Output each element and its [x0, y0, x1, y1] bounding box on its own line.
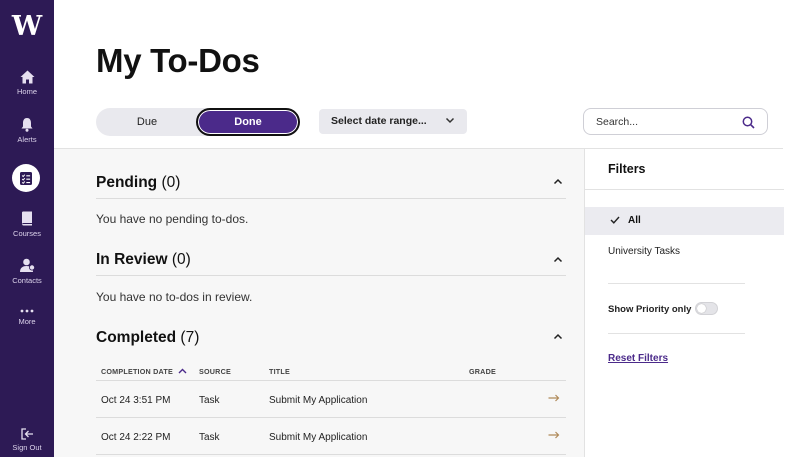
in-review-empty-text: You have no to-dos in review.	[96, 290, 253, 304]
pending-title: Pending	[96, 174, 158, 191]
page-title: My To-Dos	[96, 42, 260, 79]
in-review-heading: In Review (0)	[96, 251, 566, 269]
sidebar-item-label: Alerts	[17, 135, 37, 144]
divider	[96, 198, 566, 199]
toggle-knob	[697, 304, 706, 313]
contacts-icon	[19, 258, 35, 272]
filters-panel: Filters All University Tasks Show Priori…	[584, 148, 784, 457]
divider	[96, 275, 566, 276]
check-icon	[610, 216, 620, 224]
date-range-label: Select date range...	[331, 115, 427, 127]
due-tab[interactable]: Due	[96, 108, 198, 136]
sidebar-item-todos[interactable]	[12, 164, 40, 192]
filter-option-university-tasks[interactable]: University Tasks	[608, 246, 680, 257]
priority-toggle[interactable]	[695, 302, 718, 315]
sidebar-item-courses[interactable]: Courses	[0, 211, 54, 238]
filter-option-label: All	[628, 215, 641, 226]
sign-out-icon	[20, 428, 33, 440]
completion-date: Oct 24 2:22 PM	[101, 432, 171, 443]
due-done-toggle: Due Done	[96, 108, 300, 136]
column-header-title: TITLE	[269, 367, 290, 376]
search-input[interactable]	[596, 114, 736, 129]
sidebar-item-contacts[interactable]: Contacts	[0, 258, 54, 285]
collapse-pending-icon[interactable]	[553, 178, 563, 185]
divider	[608, 333, 745, 334]
book-icon	[22, 211, 32, 226]
completion-date: Oct 24 3:51 PM	[101, 395, 171, 406]
table-row[interactable]: Oct 24 3:51 PM Task Submit My Applicatio…	[96, 381, 566, 418]
university-logo[interactable]: W	[0, 12, 54, 42]
divider	[585, 189, 784, 190]
home-icon	[20, 70, 34, 84]
sidebar-item-label: Home	[16, 87, 37, 96]
priority-label: Show Priority only	[608, 304, 692, 315]
sidebar-item-alerts[interactable]: Alerts	[0, 117, 54, 144]
done-tab[interactable]: Done	[196, 108, 300, 136]
sort-ascending-icon	[178, 368, 187, 374]
column-header-source: SOURCE	[199, 367, 231, 376]
pending-count: (0)	[161, 174, 181, 191]
in-review-count: (0)	[171, 251, 191, 268]
sidebar-item-label: Sign Out	[12, 443, 42, 452]
pending-empty-text: You have no pending to-dos.	[96, 212, 249, 226]
sidebar-item-label: More	[18, 317, 36, 326]
collapse-completed-icon[interactable]	[553, 333, 563, 340]
completed-count: (7)	[180, 329, 200, 346]
pending-heading: Pending (0)	[96, 174, 566, 192]
in-review-title: In Review	[96, 251, 168, 268]
column-header-completion-date[interactable]: COMPLETION DATE	[101, 367, 187, 376]
collapse-in-review-icon[interactable]	[553, 256, 563, 263]
arrow-right-icon[interactable]	[548, 431, 560, 439]
sidebar-item-home[interactable]: Home	[0, 70, 54, 96]
more-dots-icon	[20, 309, 34, 313]
filters-title: Filters	[608, 162, 646, 176]
divider	[608, 283, 745, 284]
date-range-select[interactable]: Select date range...	[319, 109, 467, 134]
reset-filters-link[interactable]: Reset Filters	[608, 353, 668, 364]
source: Task	[199, 432, 220, 443]
search-box	[583, 108, 768, 135]
completed-heading: Completed (7)	[96, 329, 566, 347]
sidebar-item-more[interactable]: More	[0, 308, 54, 326]
search-icon[interactable]	[742, 116, 755, 129]
source: Task	[199, 395, 220, 406]
chevron-down-icon	[445, 117, 455, 124]
column-header-grade: GRADE	[469, 367, 496, 376]
completed-title: Completed	[96, 329, 177, 346]
title: Submit My Application	[269, 432, 368, 443]
arrow-right-icon[interactable]	[548, 394, 560, 402]
sidebar-item-label: Courses	[13, 229, 41, 238]
bell-icon	[21, 118, 33, 132]
title: Submit My Application	[269, 395, 368, 406]
sidebar-item-label: Contacts	[12, 276, 42, 285]
table-row[interactable]: Oct 24 2:22 PM Task Submit My Applicatio…	[96, 418, 566, 455]
filter-option-all[interactable]: All	[585, 207, 784, 235]
checklist-icon	[20, 171, 32, 185]
sign-out-button[interactable]: Sign Out	[0, 428, 54, 452]
todo-list-panel: Pending (0) You have no pending to-dos. …	[54, 148, 584, 457]
sidebar: W Home Alerts Courses Contacts More Sign…	[0, 0, 54, 457]
